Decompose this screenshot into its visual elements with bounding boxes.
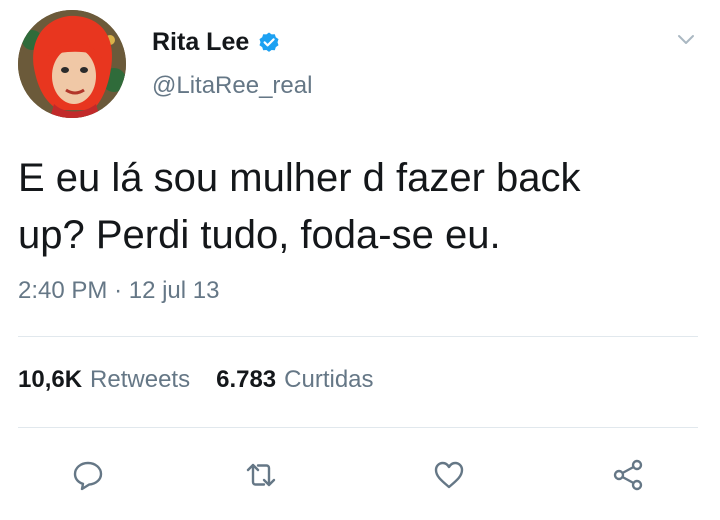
reply-icon [73, 461, 103, 491]
share-icon [613, 459, 643, 491]
tweet-text: E eu lá sou mulher d fazer back up? Perd… [18, 150, 698, 264]
share-button[interactable] [608, 455, 648, 495]
chevron-down-icon[interactable] [675, 28, 697, 50]
tweet-stats: 10,6K Retweets 6.783 Curtidas [18, 366, 400, 394]
avatar-image [18, 10, 126, 118]
likes-count[interactable]: 6.783 [216, 366, 276, 394]
retweet-button[interactable] [241, 455, 281, 495]
like-button[interactable] [429, 455, 469, 495]
retweets-count[interactable]: 10,6K [18, 366, 82, 394]
action-bar [0, 455, 720, 499]
user-handle[interactable]: @LitaRee_real [152, 72, 312, 100]
tweet-date: 12 jul 13 [128, 277, 220, 304]
divider [18, 336, 698, 337]
tweet-text-line: up? Perdi tudo, foda-se eu. [18, 213, 501, 257]
reply-button[interactable] [68, 455, 108, 495]
avatar[interactable] [18, 10, 126, 118]
verified-badge-icon [257, 31, 281, 55]
timestamp[interactable]: 2:40 PM · 12 jul 13 [18, 277, 219, 305]
timestamp-separator: · [114, 277, 123, 304]
tweet-card: Rita Lee @LitaRee_real E eu lá sou mulhe… [0, 0, 720, 520]
likes-label[interactable]: Curtidas [284, 366, 373, 394]
like-icon [434, 461, 464, 489]
retweets-label[interactable]: Retweets [90, 366, 190, 394]
tweet-text-line: E eu lá sou mulher d fazer back [18, 156, 581, 200]
tweet-time: 2:40 PM [18, 277, 108, 304]
divider [18, 427, 698, 428]
author-row: Rita Lee [152, 28, 281, 57]
retweet-icon [246, 463, 276, 487]
display-name[interactable]: Rita Lee [152, 28, 249, 57]
